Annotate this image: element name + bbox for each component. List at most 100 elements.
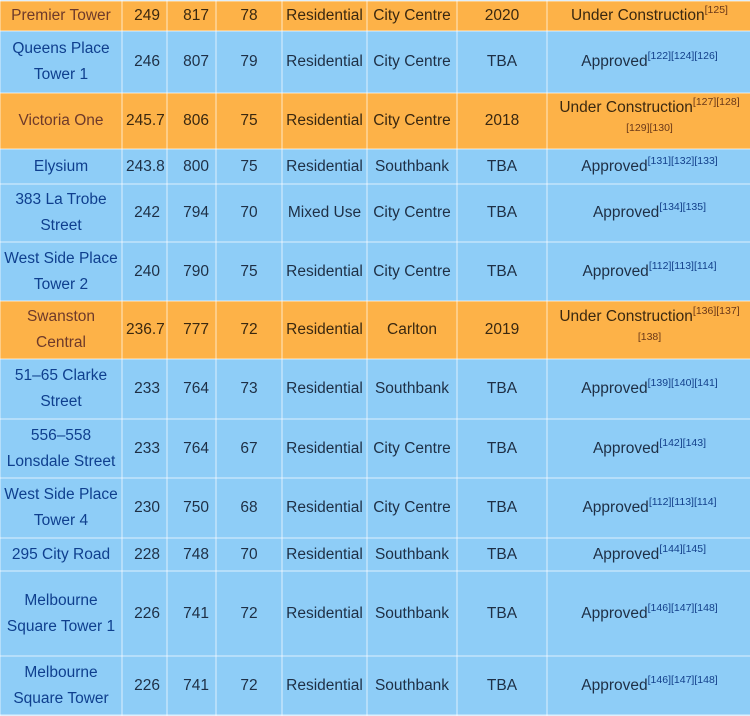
status-text: Approved [592, 439, 660, 457]
floors: 75 [215, 148, 283, 185]
use: Residential [281, 300, 368, 360]
building-name-link[interactable]: 295 City Road [0, 537, 123, 572]
location: City Centre [366, 30, 458, 94]
citation-links[interactable]: [112][113][114] [649, 496, 717, 508]
status-cell: Approved[122][124][126] [546, 30, 750, 94]
citation-links[interactable]: [134][135] [659, 201, 706, 213]
status-text: Approved [581, 604, 648, 622]
building-name-link[interactable]: West Side Place Tower 4 [0, 477, 123, 539]
height-m: 226 [121, 655, 168, 716]
status-cell: Approved[112][113][114] [546, 477, 750, 539]
year: TBA [456, 655, 548, 716]
status-cell: Under Construction[136][137][138] [546, 300, 750, 360]
year: TBA [456, 30, 548, 94]
year: TBA [456, 537, 548, 572]
height-ft: 764 [166, 358, 217, 420]
height-ft: 794 [166, 183, 217, 243]
year: TBA [456, 358, 548, 420]
building-name-link[interactable]: Melbourne Square Tower 1 [0, 570, 123, 657]
status-text: Under Construction [559, 99, 693, 116]
height-ft: 748 [166, 537, 217, 572]
floors: 70 [215, 183, 283, 243]
height-ft: 807 [166, 30, 217, 94]
table-row: Victoria One 245.7 806 75 Residential City Ce… [0, 92, 750, 150]
building-name-link[interactable]: 556–558 Lonsdale Street [0, 418, 123, 479]
floors: 70 [215, 537, 283, 572]
status-cell: Under Construction[127][128][129][130] [546, 92, 750, 150]
building-name-link[interactable]: Swanston Central [0, 300, 123, 360]
use: Residential [281, 148, 368, 185]
status-cell: Approved[134][135] [546, 183, 750, 243]
use: Residential [281, 358, 368, 420]
floors: 73 [215, 358, 283, 420]
year: 2020 [456, 0, 548, 32]
use: Residential [281, 570, 368, 657]
height-m: 226 [121, 570, 168, 657]
height-ft: 777 [166, 300, 217, 360]
building-name-link[interactable]: 51–65 Clarke Street [0, 358, 123, 420]
height-ft: 764 [166, 418, 217, 479]
year: TBA [456, 183, 548, 243]
floors: 68 [215, 477, 283, 539]
status-text: Approved [581, 53, 648, 70]
buildings-table: Premier Tower 249 817 78 Residential City Cen… [0, 0, 750, 716]
table-row: Elysium 243.8 800 75 Residential Southbank TBA… [0, 148, 750, 185]
citation-links[interactable]: [131][132][133] [648, 155, 718, 167]
year: 2018 [456, 92, 548, 150]
table-row: West Side Place Tower 2 240 790 75 Residenti… [0, 241, 750, 302]
use: Residential [281, 0, 368, 32]
height-ft: 806 [166, 92, 217, 150]
use: Mixed Use [281, 183, 368, 243]
year: TBA [456, 148, 548, 185]
building-name-link[interactable]: 383 La Trobe Street [0, 183, 123, 243]
table-row: Melbourne Square Tower 226 741 72 Residentia… [0, 655, 750, 716]
height-ft: 741 [166, 570, 217, 657]
citation-links[interactable]: [122][124][126] [648, 50, 718, 62]
height-ft: 817 [166, 0, 217, 32]
building-name-link[interactable]: Queens Place Tower 1 [0, 30, 123, 94]
table-row: 295 City Road 228 748 70 Residential Southban… [0, 537, 750, 572]
building-name-link[interactable]: Elysium [0, 148, 123, 185]
location: City Centre [366, 477, 458, 539]
height-ft: 790 [166, 241, 217, 302]
height-m: 249 [121, 0, 168, 32]
location: Carlton [366, 300, 458, 360]
status-text: Approved [592, 204, 660, 221]
status-cell: Approved[139][140][141] [546, 358, 750, 420]
height-m: 236.7 [121, 300, 168, 360]
status-text: Approved [581, 157, 648, 175]
year: TBA [456, 418, 548, 479]
building-name-link[interactable]: West Side Place Tower 2 [0, 241, 123, 302]
status-cell: Approved[131][132][133] [546, 148, 750, 185]
building-name-link[interactable]: Melbourne Square Tower [0, 655, 123, 716]
use: Residential [281, 655, 368, 716]
height-m: 240 [121, 241, 168, 302]
status-cell: Approved[144][145] [546, 537, 750, 572]
citation-links[interactable]: [144][145] [659, 543, 706, 555]
status-text: Under Construction [571, 7, 705, 24]
building-name-link[interactable]: Victoria One [0, 92, 123, 150]
table-row: Melbourne Square Tower 1 226 741 72 Resident… [0, 570, 750, 657]
citation-links[interactable]: [112][113][114] [649, 260, 717, 272]
height-m: 245.7 [121, 92, 168, 150]
citation-links[interactable]: [139][140][141] [648, 377, 718, 389]
table-row: Swanston Central 236.7 777 72 Residential Car… [0, 300, 750, 360]
building-name-link[interactable]: Premier Tower [0, 0, 123, 32]
height-m: 243.8 [121, 148, 168, 185]
citation-links[interactable]: [146][147][148] [648, 602, 718, 614]
height-ft: 750 [166, 477, 217, 539]
location: Southbank [366, 537, 458, 572]
table-row: Premier Tower 249 817 78 Residential City Cen… [0, 0, 750, 32]
citation-links[interactable]: [146][147][148] [648, 674, 718, 686]
location: Southbank [366, 655, 458, 716]
floors: 79 [215, 30, 283, 94]
location: Southbank [366, 148, 458, 185]
use: Residential [281, 537, 368, 572]
floors: 72 [215, 655, 283, 716]
floors: 75 [215, 241, 283, 302]
citation-links[interactable]: [125] [705, 4, 728, 16]
citation-links[interactable]: [142][143] [659, 437, 706, 449]
status-text: Approved [582, 499, 649, 516]
status-cell: Under Construction[125] [546, 0, 750, 32]
location: City Centre [366, 0, 458, 32]
